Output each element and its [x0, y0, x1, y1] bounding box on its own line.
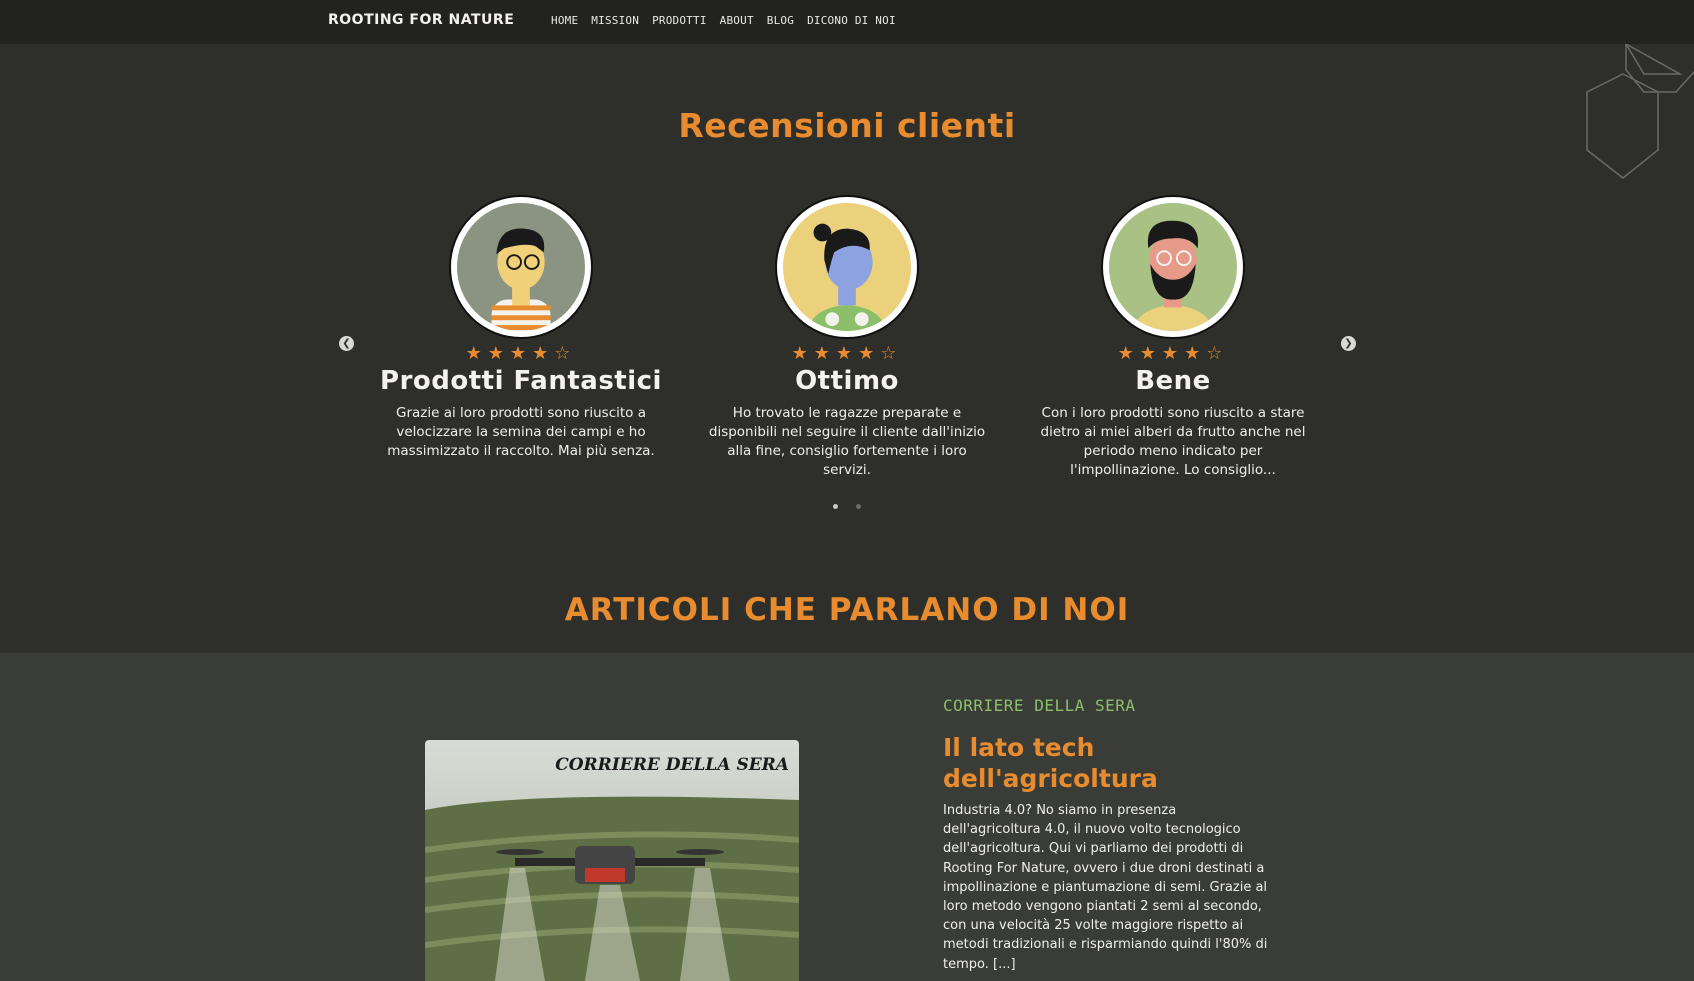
review-title: Bene: [1135, 366, 1211, 396]
woman-avatar-icon: [783, 203, 911, 353]
nav-link-mission[interactable]: MISSION: [591, 14, 639, 27]
nav-link-blog[interactable]: BLOG: [767, 14, 794, 27]
man-with-glasses-avatar-icon: [457, 203, 585, 339]
carousel-next-button[interactable]: ❯: [1341, 336, 1356, 351]
star-rating: ★★★★☆: [1117, 343, 1229, 364]
carousel-prev-button[interactable]: ❮: [339, 336, 354, 351]
review-text: Con i loro prodotti sono riuscito a star…: [1040, 405, 1306, 478]
reviews-title: Recensioni clienti: [678, 106, 1016, 145]
avatar: [449, 195, 593, 339]
nav-link-dicono-di-noi[interactable]: DICONO DI NOI: [807, 14, 896, 27]
star-rating: ★★★★☆: [465, 343, 577, 364]
articles-title: ARTICOLI CHE PARLANO DI NOI: [564, 592, 1130, 628]
review-text: Ho trovato le ragazze preparate e dispon…: [708, 405, 986, 478]
drone-field-image-icon: CORRIERE DELLA SERA: [425, 740, 799, 981]
article-heading[interactable]: Il lato tech dell'agricoltura: [943, 732, 1283, 794]
avatar: [1101, 195, 1245, 357]
carousel-indicator-1[interactable]: [833, 504, 838, 509]
carousel-indicator-2[interactable]: [856, 504, 861, 509]
navbar: ROOTING FOR NATURE HOME MISSION PRODOTTI…: [0, 0, 1694, 44]
nav-link-home[interactable]: HOME: [551, 14, 578, 27]
nav-menu: HOME MISSION PRODOTTI ABOUT BLOG DICONO …: [551, 14, 909, 27]
bearded-man-avatar-icon: [1109, 203, 1237, 357]
review-card: ★★★★☆ Ottimo Ho trovato le ragazze prepa…: [702, 195, 992, 480]
avatar: [775, 195, 919, 353]
carousel-indicators: [833, 504, 861, 509]
review-text: Grazie ai loro prodotti sono riuscito a …: [387, 405, 655, 459]
newspaper-logo: CORRIERE DELLA SERA: [555, 755, 789, 775]
star-rating: ★★★★☆: [791, 343, 903, 364]
review-card: ★★★★☆ Bene Con i loro prodotti sono rius…: [1028, 195, 1318, 480]
article-source: CORRIERE DELLA SERA: [943, 696, 1136, 715]
article-section: [0, 653, 1694, 981]
nav-link-about[interactable]: ABOUT: [720, 14, 754, 27]
nav-link-prodotti[interactable]: PRODOTTI: [652, 14, 707, 27]
article-image[interactable]: CORRIERE DELLA SERA: [425, 740, 799, 981]
chevron-right-icon: ❯: [1344, 338, 1353, 349]
review-title: Ottimo: [795, 366, 899, 396]
brand-logo[interactable]: ROOTING FOR NATURE: [328, 12, 514, 28]
article-body: Industria 4.0? No siamo in presenza dell…: [943, 803, 1268, 972]
review-title: Prodotti Fantastici: [380, 366, 662, 396]
review-card: ★★★★☆ Prodotti Fantastici Grazie ai loro…: [376, 195, 666, 461]
chevron-left-icon: ❮: [342, 338, 351, 349]
